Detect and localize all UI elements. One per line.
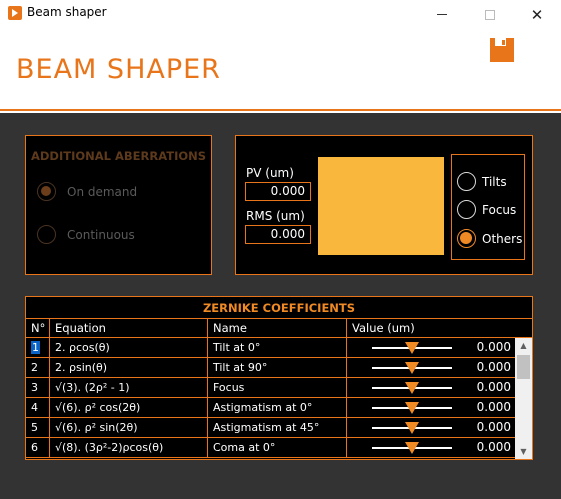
close-button[interactable]: ✕ [514,0,560,29]
slider-thumb-icon[interactable] [405,362,419,374]
maximize-button[interactable] [467,0,513,29]
wavefront-preview [318,157,444,255]
table-row[interactable]: 3 √(3). (2ρ² - 1) Focus 0.000 [26,378,515,398]
maximize-icon [485,9,495,20]
name-cell: Tilt at 90° [208,358,347,377]
pv-label: PV (um) [246,166,294,180]
coefficient-value: 0.000 [476,340,511,354]
slider-thumb-icon[interactable] [405,382,419,394]
app-title: BEAM SHAPER [16,54,221,85]
scroll-up-icon[interactable]: ▲ [515,338,532,353]
table-row[interactable]: 4 √(6). ρ² cos(2θ) Astigmatism at 0° 0.000 [26,398,515,418]
row-number-text: 1 [31,341,40,354]
value-cell: 0.000 [347,378,515,397]
value-cell: 0.000 [347,398,515,417]
slider-thumb-icon[interactable] [405,422,419,434]
display-options: Tilts Focus Others [451,154,525,260]
others-label: Others [482,231,523,246]
aberrations-title: ADDITIONAL ABERRATIONS [30,149,207,163]
equation-cell: √(6). ρ² sin(2θ) [50,418,208,437]
table-row[interactable]: 1 2. ρcos(θ) Tilt at 0° 0.000 [26,338,515,358]
coefficient-value: 0.000 [476,360,511,374]
focus-label: Focus [482,202,517,217]
tilts-label: Tilts [482,174,507,189]
continuous-option[interactable]: Continuous [37,225,135,244]
coefficient-value: 0.000 [476,420,511,434]
row-number: 5 [26,418,50,437]
value-cell: 0.000 [347,338,515,357]
row-number-text: 2 [31,361,38,374]
tilts-radio[interactable] [457,172,476,191]
name-cell: Astigmatism at 45° [208,418,347,437]
floppy-disk-icon[interactable] [490,38,514,62]
column-header-value[interactable]: Value (um) [347,319,532,338]
app-header: BEAM SHAPER [0,29,561,111]
coefficient-value: 0.000 [476,400,511,414]
table-row[interactable]: 5 √(6). ρ² sin(2θ) Astigmatism at 45° 0.000 [26,418,515,438]
equation-cell: √(3). (2ρ² - 1) [50,378,208,397]
app-play-icon [8,6,22,20]
value-cell: 0.000 [347,418,515,437]
slider-thumb-icon[interactable] [405,442,419,454]
table-row[interactable]: 2 2. ρsin(θ) Tilt at 90° 0.000 [26,358,515,378]
coefficient-value: 0.000 [476,440,511,454]
aberrations-panel: ADDITIONAL ABERRATIONS On demand Continu… [25,135,212,275]
equation-cell: √(8). (3ρ²-2)ρcos(θ) [50,438,208,457]
row-number-text: 4 [31,401,38,414]
focus-option[interactable]: Focus [457,200,516,219]
pv-field: 0.000 [245,182,311,201]
row-number: 3 [26,378,50,397]
row-number: 2 [26,358,50,377]
row-number: 6 [26,438,50,457]
scroll-down-icon[interactable]: ▼ [515,444,532,459]
row-number-text: 5 [31,421,38,434]
table-scrollbar[interactable]: ▲ ▼ [515,338,532,459]
name-cell: Tilt at 0° [208,338,347,357]
others-option[interactable]: Others [457,229,522,248]
on-demand-label: On demand [67,184,138,199]
zernike-table: ZERNIKE COEFFICIENTS N° Equation Name Va… [25,296,533,460]
zernike-title: ZERNIKE COEFFICIENTS [26,297,532,319]
value-cell: 0.000 [347,358,515,377]
window-title: Beam shaper [27,5,107,19]
column-header-name[interactable]: Name [208,319,347,338]
coefficient-value: 0.000 [476,380,511,394]
main-area: ADDITIONAL ABERRATIONS On demand Continu… [0,113,561,499]
equation-cell: 2. ρcos(θ) [50,338,208,357]
focus-radio[interactable] [457,200,476,219]
table-row[interactable]: 6 √(8). (3ρ²-2)ρcos(θ) Coma at 0° 0.000 [26,438,515,458]
scroll-thumb[interactable] [517,355,530,379]
equation-cell: 2. ρsin(θ) [50,358,208,377]
column-header-number[interactable]: N° [26,319,50,338]
name-cell: Focus [208,378,347,397]
name-cell: Astigmatism at 0° [208,398,347,417]
continuous-label: Continuous [67,227,135,242]
value-cell: 0.000 [347,438,515,457]
name-cell: Coma at 0° [208,438,347,457]
row-number: 1 [26,338,50,357]
rms-label: RMS (um) [246,209,305,223]
on-demand-option[interactable]: On demand [37,182,137,201]
row-number-text: 6 [31,441,38,454]
minimize-icon [437,14,447,15]
slider-thumb-icon[interactable] [405,342,419,354]
rms-field: 0.000 [245,225,311,244]
equation-cell: √(6). ρ² cos(2θ) [50,398,208,417]
continuous-radio[interactable] [37,225,56,244]
title-bar: Beam shaper ✕ [0,0,561,29]
row-number: 4 [26,398,50,417]
wavefront-panel: PV (um) 0.000 RMS (um) 0.000 Tilts Focus… [235,135,533,275]
others-radio[interactable] [457,229,476,248]
slider-thumb-icon[interactable] [405,402,419,414]
minimize-button[interactable] [419,0,465,29]
tilts-option[interactable]: Tilts [457,172,507,191]
column-header-equation[interactable]: Equation [50,319,208,338]
row-number-text: 3 [31,381,38,394]
on-demand-radio[interactable] [37,182,56,201]
close-icon: ✕ [530,5,544,24]
